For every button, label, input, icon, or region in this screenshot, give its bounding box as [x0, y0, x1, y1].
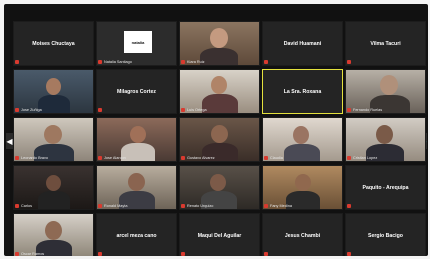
- participant-name: arcel meza cano: [116, 232, 157, 239]
- participant-tile[interactable]: Kiara Ruiz: [179, 21, 260, 66]
- muted-mic-icon: [347, 156, 351, 160]
- participant-name: David Huamani: [283, 40, 322, 47]
- participant-tile[interactable]: Sergio Bacigo: [345, 213, 426, 256]
- muted-mic-icon: [15, 108, 19, 112]
- participant-video: [180, 22, 259, 65]
- participant-video: [97, 166, 176, 209]
- participant-name: Gustavo Alvarez: [187, 156, 215, 160]
- participant-grid: Moises Chuctaya natalia Natalia Santiago…: [13, 21, 426, 256]
- muted-mic-icon: [347, 108, 351, 112]
- participant-name: Jesus Chambi: [284, 232, 321, 239]
- muted-mic-icon: [98, 156, 102, 160]
- participant-tile[interactable]: Fernando Ruelas: [345, 69, 426, 114]
- participant-name: Carlos: [21, 204, 32, 208]
- participant-tile[interactable]: Oscar Ramos: [13, 213, 94, 256]
- participant-name: Luis Ortega: [187, 108, 207, 112]
- participant-tile[interactable]: Renato Urquizo: [179, 165, 260, 210]
- participant-video: [180, 166, 259, 209]
- participant-name: Moises Chuctaya: [32, 40, 75, 47]
- participant-video: [346, 118, 425, 161]
- participant-name: Claudia: [270, 156, 283, 160]
- participant-tile-active-speaker[interactable]: La Sra. Roxana: [262, 69, 343, 114]
- participant-tile[interactable]: Vilma Tacuri: [345, 21, 426, 66]
- participant-name: Natalia Santiago: [104, 60, 132, 64]
- participant-tile[interactable]: Luis Ortega: [179, 69, 260, 114]
- participant-video: [180, 70, 259, 113]
- participant-tile[interactable]: natalia Natalia Santiago: [96, 21, 177, 66]
- muted-mic-icon: [181, 60, 185, 64]
- muted-mic-icon: [264, 156, 268, 160]
- participant-video: [180, 118, 259, 161]
- participant-tile[interactable]: Fany Medina: [262, 165, 343, 210]
- participant-tile[interactable]: Paquito - Arequipa: [345, 165, 426, 210]
- participant-name: Jose Alarcon: [104, 156, 126, 160]
- participant-name: Paquito - Arequipa: [362, 184, 409, 191]
- participant-video: [14, 166, 93, 209]
- muted-mic-icon: [264, 252, 268, 256]
- muted-mic-icon: [181, 156, 185, 160]
- muted-mic-icon: [181, 204, 185, 208]
- participant-name: Maqui Del Aguilar: [197, 232, 242, 239]
- participant-tile[interactable]: Carlos: [13, 165, 94, 210]
- muted-mic-icon: [181, 252, 185, 256]
- muted-mic-icon: [15, 252, 19, 256]
- participant-video: [263, 118, 342, 161]
- muted-mic-icon: [347, 60, 351, 64]
- profile-logo: natalia: [124, 31, 152, 53]
- participant-name: Oscar Ramos: [21, 252, 45, 256]
- muted-mic-icon: [98, 252, 102, 256]
- participant-tile[interactable]: David Huamani: [262, 21, 343, 66]
- participant-name: Renato Urquizo: [187, 204, 214, 208]
- participant-name: Sergio Bacigo: [368, 232, 403, 239]
- participant-tile[interactable]: Milagros Cortez: [96, 69, 177, 114]
- muted-mic-icon: [264, 60, 268, 64]
- participant-name: Fany Medina: [270, 204, 292, 208]
- participant-name: Cristian Lopez: [353, 156, 378, 160]
- participant-video: [263, 166, 342, 209]
- participant-video: [14, 214, 93, 256]
- video-call-window: ◀ ▶ Moises Chuctaya natalia Natalia Sant…: [4, 4, 428, 256]
- participant-video: [346, 70, 425, 113]
- muted-mic-icon: [15, 156, 19, 160]
- participant-tile[interactable]: Gustavo Alvarez: [179, 117, 260, 162]
- participant-video: natalia: [97, 22, 176, 65]
- participant-tile[interactable]: Claudia: [262, 117, 343, 162]
- participant-name: Fernando Ruelas: [353, 108, 383, 112]
- participant-video: [14, 118, 93, 161]
- muted-mic-icon: [15, 60, 19, 64]
- participant-video: [97, 118, 176, 161]
- muted-mic-icon: [181, 108, 185, 112]
- muted-mic-icon: [347, 204, 351, 208]
- muted-mic-icon: [98, 108, 102, 112]
- muted-mic-icon: [264, 204, 268, 208]
- participant-tile[interactable]: Ronald Mayta: [96, 165, 177, 210]
- participant-name: La Sra. Roxana: [283, 88, 322, 95]
- muted-mic-icon: [98, 204, 102, 208]
- muted-mic-icon: [347, 252, 351, 256]
- previous-page-arrow-icon[interactable]: ◀: [6, 133, 13, 149]
- participant-name: Jose Zuñiga: [21, 108, 42, 112]
- participant-tile[interactable]: Leonardo Bravo: [13, 117, 94, 162]
- participant-video: [14, 70, 93, 113]
- participant-name: Ronald Mayta: [104, 204, 128, 208]
- participant-name: Kiara Ruiz: [187, 60, 205, 64]
- participant-name: Vilma Tacuri: [370, 40, 401, 47]
- participant-tile[interactable]: Cristian Lopez: [345, 117, 426, 162]
- participant-tile[interactable]: Moises Chuctaya: [13, 21, 94, 66]
- participant-tile[interactable]: Jesus Chambi: [262, 213, 343, 256]
- participant-name: Milagros Cortez: [117, 88, 156, 95]
- participant-name: Leonardo Bravo: [21, 156, 49, 160]
- muted-mic-icon: [98, 60, 102, 64]
- participant-tile[interactable]: Maqui Del Aguilar: [179, 213, 260, 256]
- participant-tile[interactable]: Jose Zuñiga: [13, 69, 94, 114]
- participant-tile[interactable]: arcel meza cano: [96, 213, 177, 256]
- muted-mic-icon: [15, 204, 19, 208]
- participant-tile[interactable]: Jose Alarcon: [96, 117, 177, 162]
